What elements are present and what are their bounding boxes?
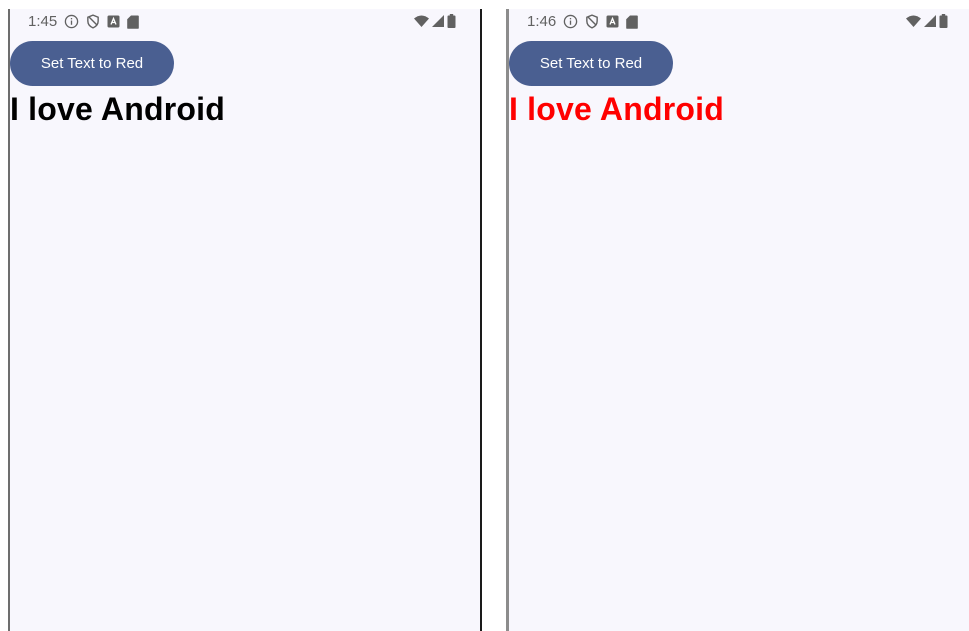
android-text: I love Android <box>10 91 225 127</box>
battery-icon <box>447 14 456 28</box>
a-box-icon <box>107 15 120 28</box>
wifi-icon <box>414 15 429 27</box>
shield-icon <box>86 14 100 29</box>
android-text: I love Android <box>509 91 724 127</box>
status-time: 1:45 <box>28 13 58 30</box>
wifi-icon <box>906 15 921 27</box>
a-box-icon <box>606 15 619 28</box>
signal-icon <box>924 15 936 27</box>
status-bar: 1:46 <box>509 9 969 35</box>
status-bar: 1:45 <box>10 9 480 35</box>
phone-screen-before: 1:45 Set Text to Red I love Android <box>8 9 482 631</box>
sd-card-icon <box>127 15 140 29</box>
phone-screen-after: 1:46 Set Text to Red I love Android <box>506 9 969 631</box>
battery-icon <box>939 14 948 28</box>
set-text-red-button[interactable]: Set Text to Red <box>10 41 174 86</box>
sd-card-icon <box>626 15 639 29</box>
info-icon <box>563 14 578 29</box>
shield-icon <box>585 14 599 29</box>
info-icon <box>64 14 79 29</box>
status-time: 1:46 <box>527 13 557 30</box>
set-text-red-button[interactable]: Set Text to Red <box>509 41 673 86</box>
signal-icon <box>432 15 444 27</box>
